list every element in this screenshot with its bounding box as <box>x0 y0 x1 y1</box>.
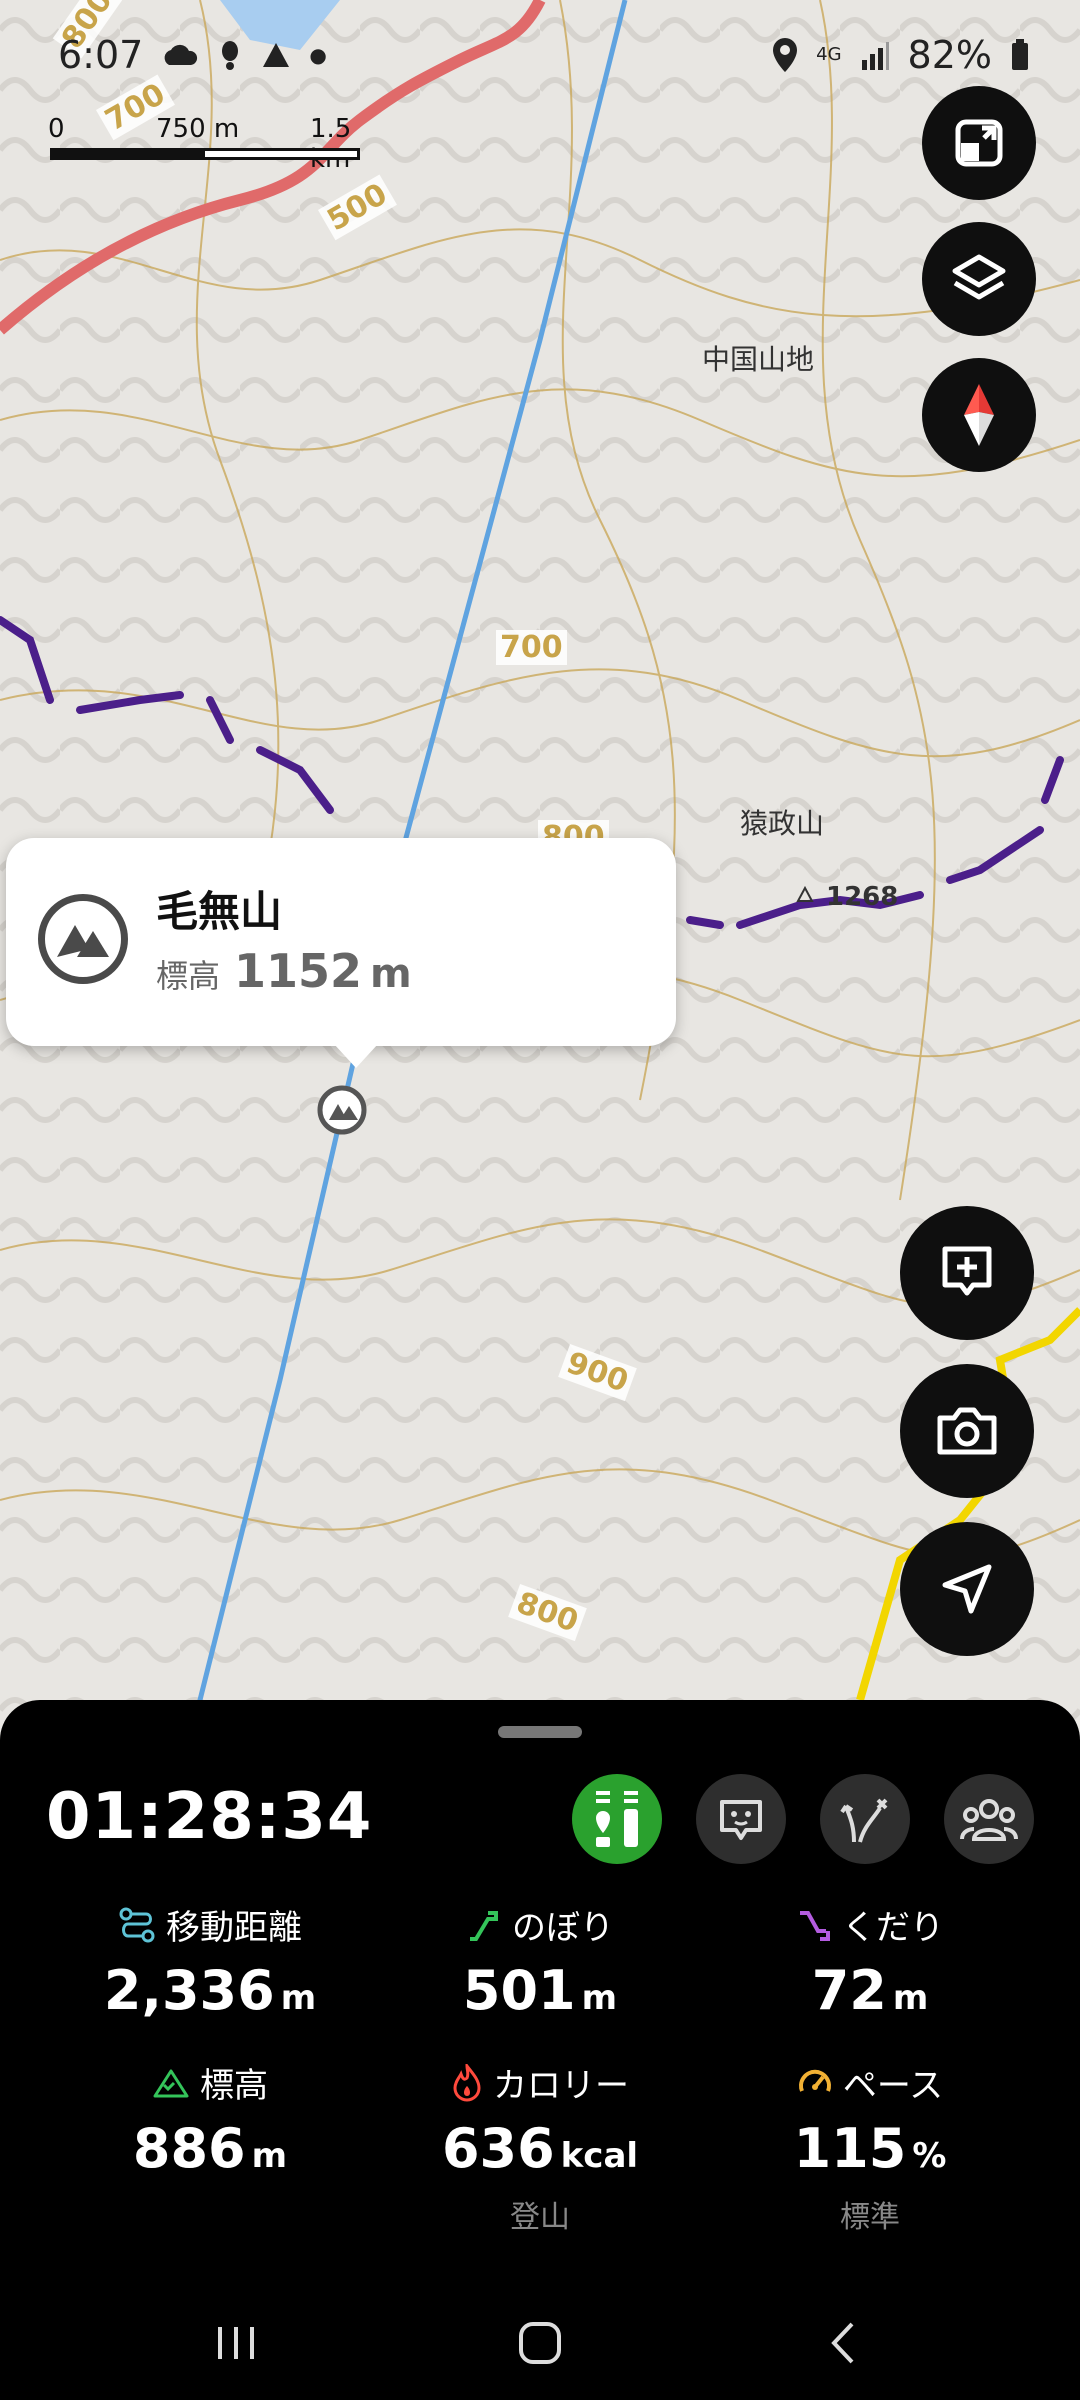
group-icon <box>960 1799 1018 1841</box>
place-label: 中国山地 <box>702 343 815 376</box>
home-icon <box>519 2322 561 2364</box>
stat-label: 移動距離 <box>166 1908 302 1948</box>
layers-icon <box>952 254 1006 300</box>
fullscreen-button[interactable] <box>922 86 1036 200</box>
stat-value: 2,336 <box>103 1959 275 2022</box>
stat-unit: m <box>892 1978 929 2018</box>
dog-mode-button[interactable] <box>696 1774 786 1864</box>
navigation-arrow-icon <box>942 1564 992 1614</box>
stat-pace: ペース 115% 標準 <box>720 2058 1020 2236</box>
scale-bar: 0 750 m 1.5 km <box>48 114 368 174</box>
elevation-label: 標高 <box>156 957 221 995</box>
footprint-icon <box>222 41 239 70</box>
back-icon <box>831 2322 854 2364</box>
status-bar: 6:07 ● 4G 82% <box>0 0 1080 110</box>
contour-label: 700 <box>496 630 567 665</box>
battery-percent: 82% <box>907 33 992 77</box>
stat-label: ペース <box>842 2066 944 2106</box>
stat-value: 636 <box>441 2117 555 2180</box>
compass-icon <box>964 384 994 446</box>
layers-button[interactable] <box>922 222 1036 336</box>
stat-value: 886 <box>132 2117 246 2180</box>
mountain-status-icon <box>263 43 290 67</box>
stat-unit: kcal <box>560 2136 639 2176</box>
compass-button[interactable] <box>922 358 1036 472</box>
stat-sub: 登山 <box>510 2200 570 2235</box>
camera-icon <box>937 1407 997 1455</box>
elevation-unit: m <box>370 951 412 997</box>
summit-marker[interactable] <box>317 1085 367 1135</box>
summit-name: 毛無山 <box>156 887 283 936</box>
back-button[interactable] <box>804 2308 884 2378</box>
location-icon <box>773 38 798 72</box>
flame-icon <box>453 2063 481 2101</box>
scale-mid: 750 m <box>156 114 240 144</box>
stat-value: 501 <box>462 1959 576 2022</box>
ascent-icon <box>470 1910 498 1941</box>
stat-unit: m <box>251 2136 288 2176</box>
mountain-icon <box>153 2069 189 2097</box>
status-time: 6:07 <box>58 33 144 77</box>
mountain-icon <box>57 925 109 957</box>
route-split-icon <box>840 1798 888 1843</box>
elapsed-timer: 01:28:34 <box>46 1780 373 1854</box>
chat-face-icon <box>720 1800 762 1840</box>
group-button[interactable] <box>944 1774 1034 1864</box>
stat-unit: m <box>581 1978 618 2018</box>
stat-label: 標高 <box>200 2066 268 2106</box>
battery-icon <box>1012 39 1028 70</box>
recents-icon <box>218 2327 254 2359</box>
recents-button[interactable] <box>196 2308 276 2378</box>
route-pins-icon <box>596 1791 638 1847</box>
stat-ascent: のぼり 501 m <box>390 1900 690 2022</box>
route-mode-button[interactable] <box>572 1774 662 1864</box>
add-memo-button[interactable] <box>900 1206 1034 1340</box>
signal-icon <box>861 42 889 70</box>
camera-button[interactable] <box>900 1364 1034 1498</box>
descent-icon <box>800 1910 830 1941</box>
system-nav-bar <box>0 2286 1080 2400</box>
stat-unit: m <box>280 1978 317 2018</box>
cloud-icon <box>164 44 198 65</box>
route-icon <box>119 1907 155 1942</box>
reroute-button[interactable] <box>820 1774 910 1864</box>
scale-zero: 0 <box>48 114 65 144</box>
stat-elevation: 標高 886 m <box>60 2058 360 2180</box>
home-button[interactable] <box>500 2308 580 2378</box>
elevation-value: 1152 <box>234 944 363 998</box>
scale-end: 1.5 km <box>310 114 352 174</box>
stat-distance: 移動距離 2,336 m <box>60 1900 360 2022</box>
summit-elevation: 標高 1152 m <box>156 944 412 998</box>
stat-value: 72 <box>811 1959 887 2022</box>
activity-sheet[interactable]: 01:28:34 移動距離 2,336 m のぼり 501 m くだり 72 m… <box>0 1700 1080 2286</box>
stat-label: くだり <box>842 1908 944 1948</box>
stat-sub: 標準 <box>840 2200 900 2235</box>
place-label: 猿政山 <box>740 807 825 840</box>
stat-unit: % <box>912 2136 947 2176</box>
stat-label: のぼり <box>512 1908 614 1948</box>
sheet-handle[interactable] <box>498 1726 582 1738</box>
summit-icon <box>38 894 128 984</box>
gauge-icon <box>798 2069 831 2092</box>
stat-value: 115 <box>793 2117 907 2180</box>
summit-popup[interactable]: 毛無山 標高 1152 m <box>6 838 676 1068</box>
network-type: 4G <box>816 44 842 65</box>
current-location-button[interactable] <box>900 1522 1034 1656</box>
add-memo-icon <box>942 1246 992 1296</box>
stat-calories: カロリー 636 kcal 登山 <box>390 2058 690 2236</box>
stat-label: カロリー <box>493 2066 629 2106</box>
peak-elevation-label: 1268 <box>826 882 899 912</box>
fullscreen-icon <box>955 119 1003 167</box>
dot-icon: ● <box>309 43 327 67</box>
stat-descent: くだり 72 m <box>720 1900 1020 2022</box>
